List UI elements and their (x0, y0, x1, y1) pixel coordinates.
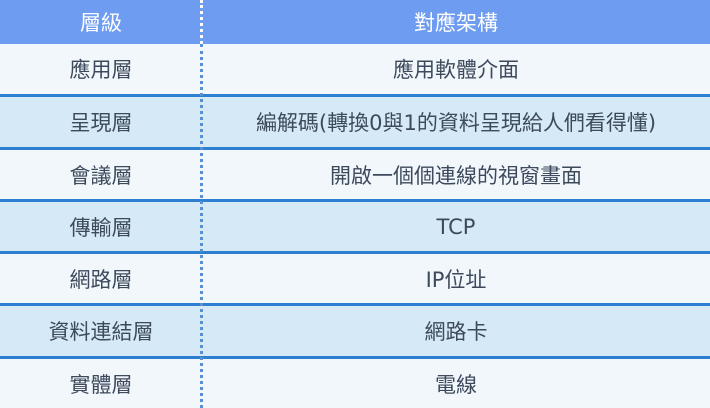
header-layer: 層級 (80, 11, 122, 35)
layer-cell: 網路層 (69, 267, 133, 292)
column-divider (200, 44, 203, 408)
architecture-cell: 電線 (435, 372, 477, 397)
architecture-cell: 編解碼(轉換0與1的資料呈現給人們看得懂) (255, 111, 657, 135)
table-row: 資料連結層 網路卡 (0, 303, 710, 356)
layer-cell: 呈現層 (69, 111, 133, 135)
layer-cell: 實體層 (69, 372, 133, 397)
layer-cell: 應用層 (69, 58, 133, 82)
table-row: 網路層 IP位址 (0, 251, 710, 303)
table-row: 呈現層 編解碼(轉換0與1的資料呈現給人們看得懂) (0, 94, 710, 147)
table-row: 傳輸層 TCP (0, 199, 710, 251)
column-divider-header (200, 0, 203, 44)
architecture-cell: TCP (436, 214, 476, 239)
architecture-cell: 應用軟體介面 (393, 58, 519, 82)
layer-cell: 會議層 (69, 163, 133, 188)
table-header-row: 層級 對應架構 (0, 0, 710, 44)
architecture-cell: 網路卡 (424, 320, 488, 344)
layer-cell: 資料連結層 (48, 320, 154, 344)
header-architecture: 對應架構 (414, 11, 498, 35)
table-row: 實體層 電線 (0, 356, 710, 408)
layer-cell: 傳輸層 (69, 215, 133, 240)
osi-layer-table: 層級 對應架構 應用層 應用軟體介面 呈現層 編解碼(轉換0與1的資料呈現給人們… (0, 0, 710, 408)
architecture-cell: 開啟一個個連線的視窗畫面 (330, 163, 582, 188)
table-row: 會議層 開啟一個個連線的視窗畫面 (0, 147, 710, 199)
architecture-cell: IP位址 (425, 267, 487, 292)
table-row: 應用層 應用軟體介面 (0, 44, 710, 94)
